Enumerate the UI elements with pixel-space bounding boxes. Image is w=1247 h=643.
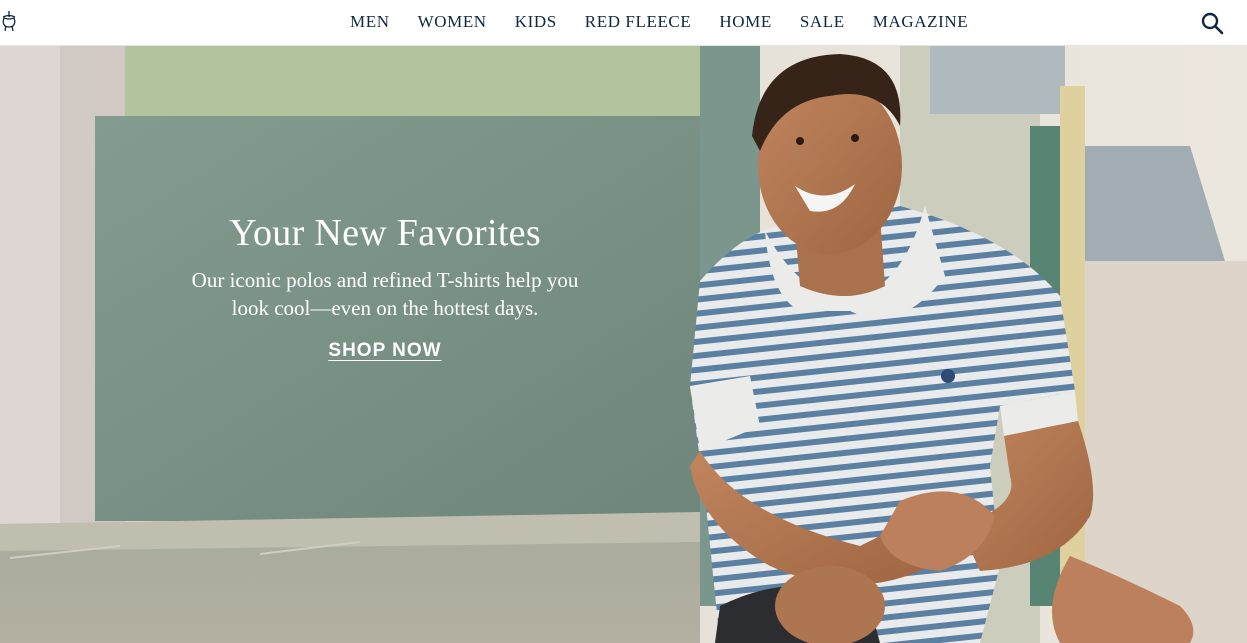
hero-subtitle: Our iconic polos and refined T-shirts he… [191,268,579,320]
nav-item-magazine[interactable]: MAGAZINE [873,12,968,32]
nav-item-women[interactable]: WOMEN [418,12,487,32]
nav-item-home[interactable]: HOME [719,12,771,32]
hero-copy: Your New Favorites Our iconic polos and … [150,210,620,362]
shop-now-link[interactable]: SHOP NOW [328,340,441,362]
nav-item-men[interactable]: MEN [350,12,390,32]
nav-item-red-fleece[interactable]: RED FLEECE [585,12,692,32]
search-icon[interactable] [1200,11,1224,35]
site-header: MEN WOMEN KIDS RED FLEECE HOME SALE MAGA… [0,0,1247,46]
golden-fleece-logo-icon[interactable] [0,9,18,33]
nav-item-kids[interactable]: KIDS [515,12,557,32]
nav-item-sale[interactable]: SALE [800,12,845,32]
page: MEN WOMEN KIDS RED FLEECE HOME SALE MAGA… [0,0,1247,643]
hero-banner[interactable]: Your New Favorites Our iconic polos and … [0,46,1247,643]
hero-title: Your New Favorites [229,212,541,254]
main-nav: MEN WOMEN KIDS RED FLEECE HOME SALE MAGA… [350,0,968,44]
